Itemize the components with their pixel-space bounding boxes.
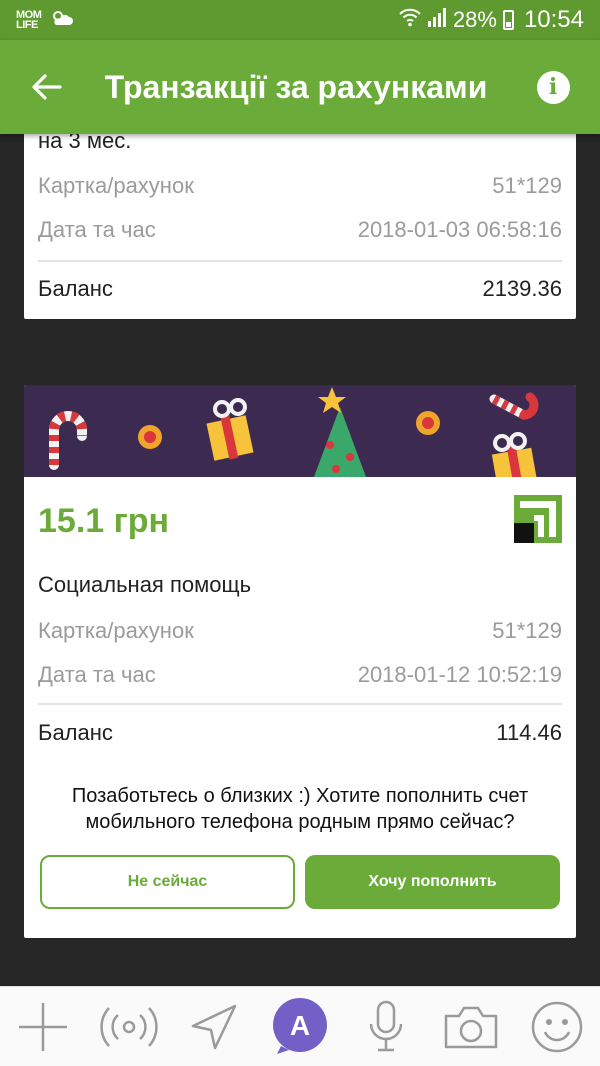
arrow-left-icon (32, 74, 62, 100)
location-arrow-icon[interactable] (184, 997, 244, 1057)
datetime-value: 2018-01-12 10:52:19 (357, 662, 562, 687)
battery-icon (502, 10, 514, 30)
plus-icon[interactable] (13, 997, 73, 1057)
microphone-icon[interactable] (356, 997, 416, 1057)
candy-cane-icon (49, 411, 87, 470)
datetime-label: Дата та час (38, 217, 156, 242)
clock: 10:54 (523, 6, 584, 33)
transaction-description: на 3 мес. (38, 134, 132, 153)
app-bar: Транзакції за рахунками i (0, 40, 600, 134)
christmas-tree-icon (314, 387, 366, 477)
wifi-icon (399, 7, 421, 33)
gift-icon (491, 432, 537, 485)
candy-cane-icon (489, 392, 539, 420)
balance-row: Баланс 114.46 (38, 705, 562, 759)
bottom-toolbar: A (0, 986, 600, 1066)
smiley-icon[interactable] (527, 997, 587, 1057)
transaction-card: на 3 мес. Картка/рахунок 51*129 Дата та … (24, 134, 576, 319)
balance-label: Баланс (38, 720, 113, 745)
not-now-button[interactable]: Не сейчас (40, 855, 295, 909)
balance-label: Баланс (38, 276, 113, 301)
back-button[interactable] (0, 40, 94, 134)
page-title: Транзакції за рахунками (104, 68, 488, 105)
weather-icon (50, 9, 74, 32)
balance-value: 114.46 (496, 720, 562, 745)
bank-logo-icon (514, 494, 562, 548)
balance-row: Баланс 2139.36 (38, 262, 562, 316)
signal-icon (427, 7, 447, 33)
card-row: Картка/рахунок 51*129 (38, 609, 562, 653)
card-label: Картка/рахунок (38, 173, 194, 198)
status-bar: MOM LIFE 28% 10:54 (0, 0, 600, 40)
balance-value: 2139.36 (482, 276, 562, 301)
transaction-amount: 15.1 грн (38, 501, 170, 540)
topup-promo-text: Позаботьтесь о близких :) Хотите пополни… (71, 785, 529, 833)
amount-row: 15.1 грн (38, 477, 562, 565)
topup-button[interactable]: Хочу пополнить (305, 855, 560, 909)
card-value: 51*129 (492, 618, 562, 643)
info-icon: i (536, 70, 570, 104)
broadcast-icon[interactable] (99, 997, 159, 1057)
datetime-label: Дата та час (38, 662, 156, 687)
holiday-banner (24, 385, 576, 485)
transactions-list[interactable]: на 3 мес. Картка/рахунок 51*129 Дата та … (0, 134, 600, 986)
candy-icon (416, 411, 440, 435)
info-button[interactable]: i (506, 40, 600, 134)
gift-icon (206, 398, 254, 461)
camera-icon[interactable] (441, 997, 501, 1057)
battery-percent: 28% (452, 7, 497, 32)
card-label: Картка/рахунок (38, 618, 194, 643)
datetime-value: 2018-01-03 06:58:16 (357, 217, 562, 242)
candy-icon (138, 425, 162, 449)
sticker-a-icon[interactable]: A (270, 997, 330, 1057)
promo-buttons: Не сейчас Хочу пополнить (38, 855, 562, 909)
transaction-card: 15.1 грн Социальная помощь Картка/рахуно… (24, 385, 576, 938)
carrier-logo: MOM LIFE (16, 9, 42, 31)
datetime-row: Дата та час 2018-01-12 10:52:19 (38, 653, 562, 697)
card-value: 51*129 (492, 173, 562, 198)
card-row: Картка/рахунок 51*129 (38, 164, 562, 208)
datetime-row: Дата та час 2018-01-03 06:58:16 (38, 208, 562, 252)
transaction-description: Социальная помощь (38, 572, 252, 597)
svg-text:A: A (290, 1010, 310, 1041)
